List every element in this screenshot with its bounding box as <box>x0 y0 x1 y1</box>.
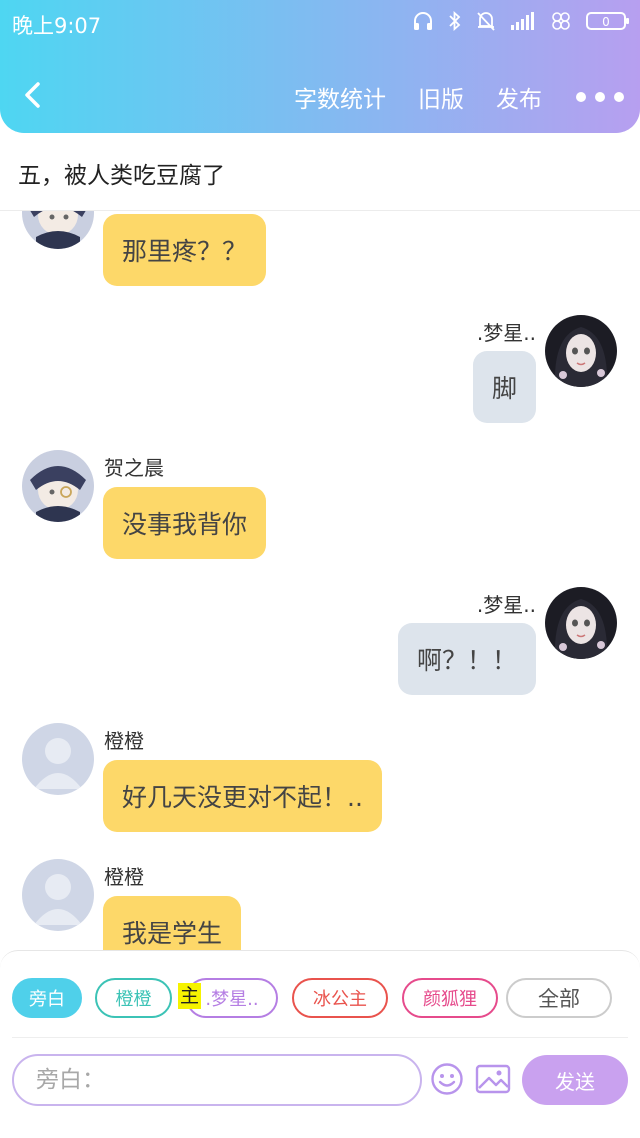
sender-name: 贺之晨 <box>104 456 164 480</box>
bluetooth-icon <box>449 10 461 32</box>
default-user-avatar <box>22 859 94 931</box>
old-version-button[interactable]: 旧版 <box>418 80 464 114</box>
message-bubble[interactable]: 啊？！！ <box>397 623 536 695</box>
role-chip-binggongzhu[interactable]: 冰公主 <box>292 978 388 1018</box>
sender-name: .梦星.. <box>476 593 536 617</box>
status-icons: 0 <box>412 10 630 32</box>
message-bubble[interactable]: 那里疼？？ <box>103 214 267 286</box>
more-dots-icon <box>576 92 586 102</box>
sender-name: 橙橙 <box>104 729 144 753</box>
role-chip-narration[interactable]: 旁白 <box>12 978 82 1018</box>
status-time: 晚上9:07 <box>12 14 102 38</box>
avatar[interactable] <box>22 859 94 931</box>
more-button[interactable] <box>576 92 624 102</box>
divider <box>12 1037 628 1038</box>
message-bubble[interactable]: 没事我背你 <box>103 487 267 559</box>
avatar[interactable] <box>22 723 94 795</box>
anime-boy-avatar <box>22 450 94 522</box>
message-bubble[interactable]: 好几天没更对不起！.. <box>103 760 382 832</box>
main-role-tag: 主 <box>178 983 202 1009</box>
mute-bell-icon <box>477 12 495 31</box>
message-bubble[interactable]: 脚 <box>472 351 536 423</box>
battery-level: 0 <box>602 15 610 29</box>
role-chip-all[interactable]: 全部 <box>506 978 612 1018</box>
role-chip-yanhuli[interactable]: 颜狐狸 <box>402 978 498 1018</box>
default-user-avatar <box>22 723 94 795</box>
sender-name: 橙橙 <box>104 865 144 889</box>
signal-icon <box>511 12 534 30</box>
anime-girl-avatar <box>545 587 617 659</box>
publish-button[interactable]: 发布 <box>496 80 542 114</box>
anime-girl-avatar <box>545 315 617 387</box>
top-app-bar: 晚上9:07 0 字数统计 旧版 发布 <box>0 0 640 133</box>
anime-boy-avatar <box>22 211 94 249</box>
role-chip-chengcheng[interactable]: 橙橙 <box>95 978 172 1018</box>
headphones-icon <box>414 12 432 30</box>
status-bar: 晚上9:07 0 <box>0 0 640 46</box>
send-button[interactable]: 发送 <box>522 1055 628 1105</box>
avatar[interactable] <box>22 450 94 522</box>
message-input[interactable] <box>12 1054 422 1106</box>
avatar[interactable] <box>545 315 617 387</box>
clover-icon <box>552 12 570 30</box>
battery-icon: 0 <box>586 12 629 30</box>
avatar[interactable] <box>22 211 94 249</box>
chapter-title: 五，被人类吃豆腐了 <box>18 163 225 189</box>
image-icon[interactable] <box>475 1064 511 1094</box>
chat-area[interactable]: 那里疼？？ .梦星.. 脚 贺之晨 没事我背你 .梦星.. 啊？！！ 橙橙 好几… <box>0 211 640 951</box>
header-actions: 字数统计 旧版 发布 <box>262 80 624 114</box>
word-count-button[interactable]: 字数统计 <box>294 80 386 114</box>
message-bubble[interactable]: 我是学生 <box>103 896 242 951</box>
back-button[interactable] <box>18 78 48 112</box>
avatar[interactable] <box>545 587 617 659</box>
smiley-icon[interactable] <box>430 1062 464 1096</box>
sender-name: .梦星.. <box>476 321 536 345</box>
